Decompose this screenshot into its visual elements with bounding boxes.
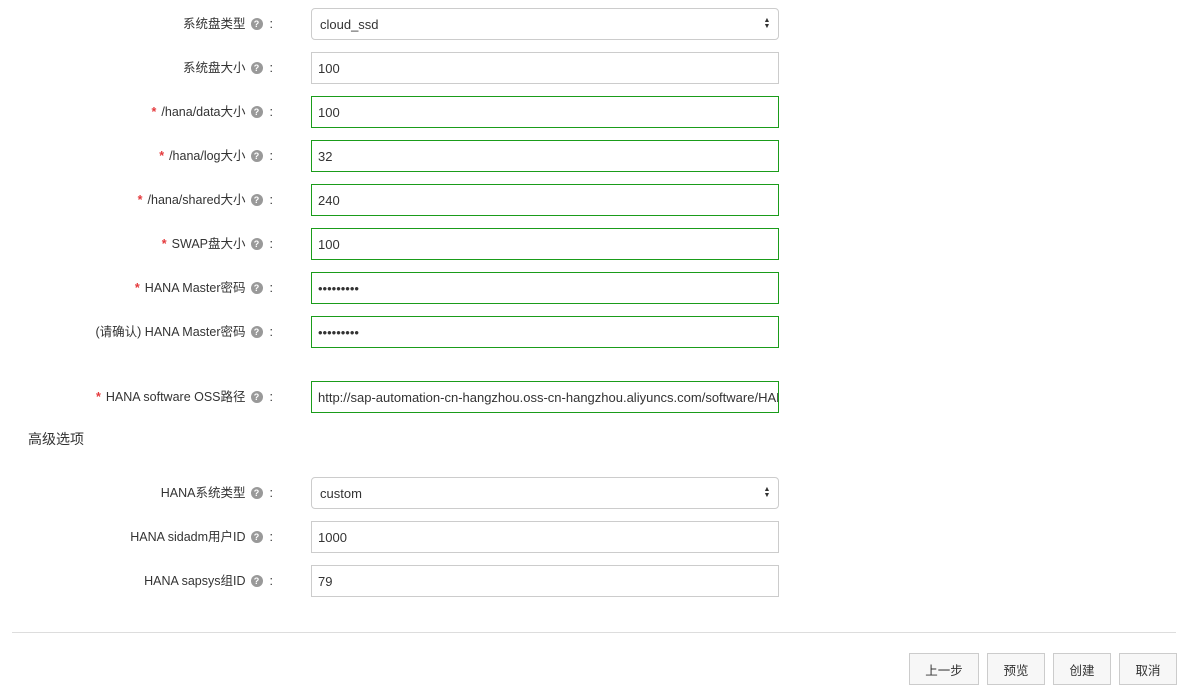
swap-size-row: * SWAP盘大小 ? : xyxy=(0,228,1191,260)
swap-size-input[interactable] xyxy=(311,228,779,260)
swap-size-label: * SWAP盘大小 ? : xyxy=(162,228,273,260)
hana-master-password-row: * HANA Master密码 ? : xyxy=(0,272,1191,304)
select-arrows-icon: ▲ ▼ xyxy=(763,486,771,499)
hana-sidadm-uid-input[interactable] xyxy=(311,521,779,553)
required-mark: * xyxy=(96,390,101,404)
system-disk-type-label: 系统盘类型 ? : xyxy=(183,17,273,31)
hana-data-size-input[interactable] xyxy=(311,96,779,128)
required-mark: * xyxy=(151,105,157,119)
hana-sapsys-gid-input[interactable] xyxy=(311,565,779,597)
help-icon[interactable]: ? xyxy=(250,487,263,499)
hana-master-password-confirm-label: (请确认) HANA Master密码 ? : xyxy=(95,325,274,339)
hana-master-password-confirm-row: (请确认) HANA Master密码 ? : xyxy=(0,316,1191,348)
required-mark: * xyxy=(137,193,143,207)
required-mark: * xyxy=(134,281,140,295)
hana-data-size-row: * /hana/data大小 ? : xyxy=(0,96,1191,128)
help-icon[interactable]: ? xyxy=(250,282,263,294)
hana-shared-size-input[interactable] xyxy=(311,184,779,216)
hana-master-password-input[interactable] xyxy=(311,272,779,304)
help-icon[interactable]: ? xyxy=(250,326,263,338)
system-disk-type-select[interactable]: cloud_ssd ▲ ▼ xyxy=(311,8,779,40)
hana-log-size-label: * /hana/log大小 ? : xyxy=(159,140,273,172)
hana-log-size-input[interactable] xyxy=(311,140,779,172)
select-arrows-icon: ▲ ▼ xyxy=(763,17,771,30)
hana-software-oss-path-input[interactable] xyxy=(311,381,779,413)
hana-sapsys-gid-label: HANA sapsys组ID ? : xyxy=(144,574,273,588)
help-icon[interactable]: ? xyxy=(250,531,263,543)
hana-sidadm-uid-label: HANA sidadm用户ID ? : xyxy=(130,530,273,544)
hana-software-oss-path-row: * HANA software OSS路径 ? : xyxy=(0,381,1191,413)
hana-sapsys-gid-row: HANA sapsys组ID ? : xyxy=(0,565,1191,597)
cancel-button[interactable]: 取消 xyxy=(1119,653,1177,685)
help-icon[interactable]: ? xyxy=(250,575,263,587)
hana-log-size-row: * /hana/log大小 ? : xyxy=(0,140,1191,172)
preview-button[interactable]: 预览 xyxy=(987,653,1045,685)
hana-software-oss-path-label: * HANA software OSS路径 ? : xyxy=(96,381,273,413)
help-icon[interactable]: ? xyxy=(250,194,263,206)
help-icon[interactable]: ? xyxy=(250,238,263,250)
system-disk-size-label: 系统盘大小 ? : xyxy=(183,61,273,75)
create-button[interactable]: 创建 xyxy=(1053,653,1111,685)
help-icon[interactable]: ? xyxy=(250,62,263,74)
hana-sidadm-uid-row: HANA sidadm用户ID ? : xyxy=(0,521,1191,553)
system-disk-size-input[interactable] xyxy=(311,52,779,84)
system-disk-type-row: 系统盘类型 ? : cloud_ssd ▲ ▼ xyxy=(0,8,1191,40)
required-mark: * xyxy=(159,149,165,163)
help-icon[interactable]: ? xyxy=(250,18,263,30)
hana-shared-size-label: * /hana/shared大小 ? : xyxy=(138,184,273,216)
hana-system-type-row: HANA系统类型 ? : custom ▲ ▼ xyxy=(0,477,1191,509)
help-icon[interactable]: ? xyxy=(250,106,263,118)
hana-system-type-label: HANA系统类型 ? : xyxy=(160,486,273,500)
prev-step-button[interactable]: 上一步 xyxy=(909,653,979,685)
system-disk-size-row: 系统盘大小 ? : xyxy=(0,52,1191,84)
hana-shared-size-row: * /hana/shared大小 ? : xyxy=(0,184,1191,216)
help-icon[interactable]: ? xyxy=(250,391,263,403)
hana-system-type-select[interactable]: custom ▲ ▼ xyxy=(311,477,779,509)
hana-data-size-label: * /hana/data大小 ? : xyxy=(152,96,273,128)
footer-divider xyxy=(12,632,1176,633)
hana-master-password-label: * HANA Master密码 ? : xyxy=(135,272,273,304)
advanced-options-title: 高级选项 xyxy=(28,431,84,447)
help-icon[interactable]: ? xyxy=(250,150,263,162)
required-mark: * xyxy=(161,237,167,251)
hana-master-password-confirm-input[interactable] xyxy=(311,316,779,348)
